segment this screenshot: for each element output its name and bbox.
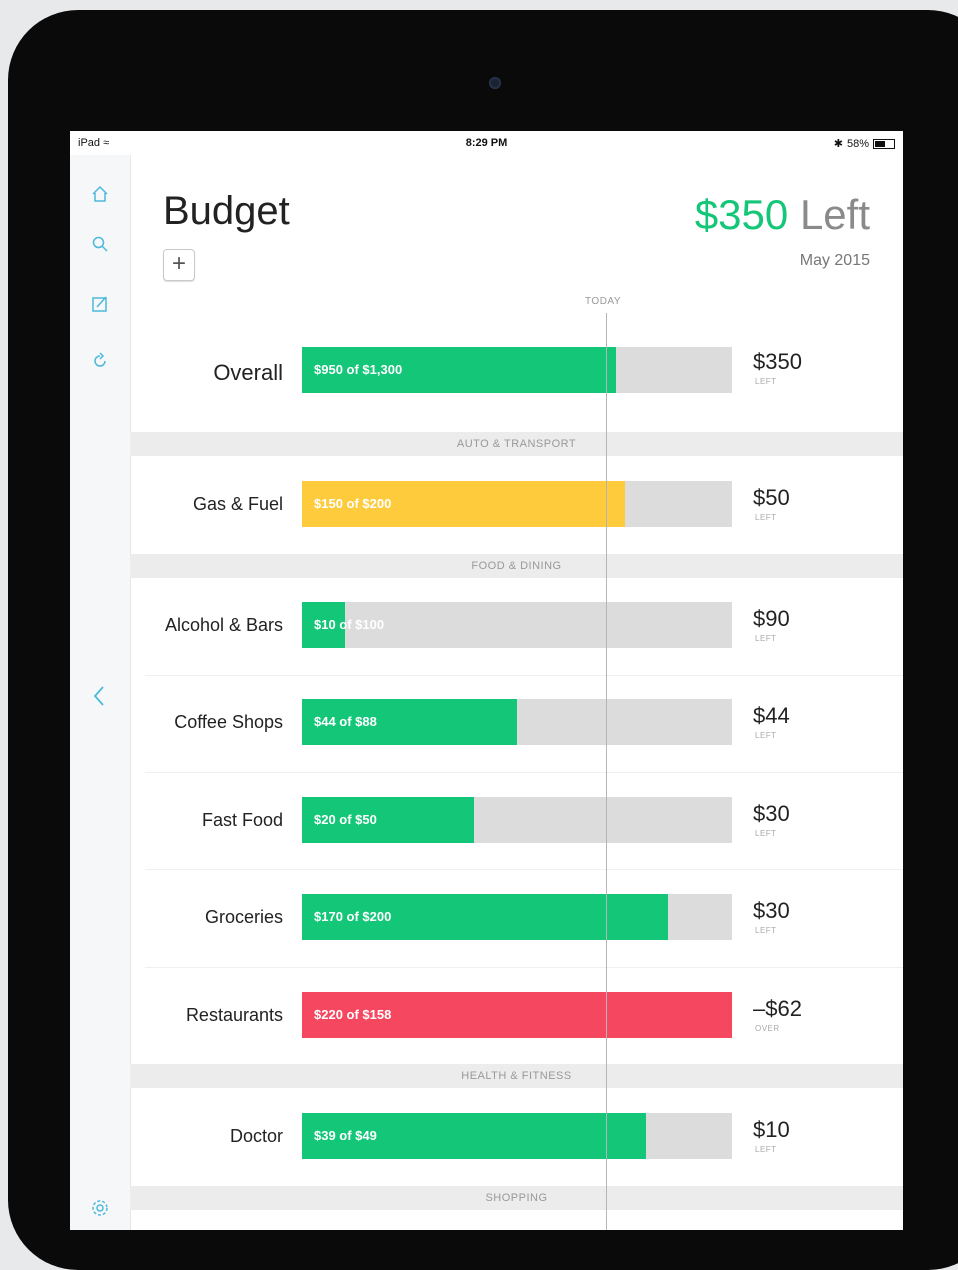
row-divider xyxy=(145,675,903,676)
budget-status: LEFT xyxy=(755,377,777,386)
budget-amount: $44 xyxy=(753,703,790,728)
budget-bar-text: $10 of $100 xyxy=(314,617,385,632)
add-budget-button[interactable]: + xyxy=(163,249,195,281)
budget-amount: –$62 xyxy=(753,996,802,1021)
section-header: FOOD & DINING xyxy=(130,554,903,578)
battery-percent: 58% xyxy=(846,137,869,150)
settings-icon[interactable] xyxy=(90,1199,110,1219)
status-bar: iPad ≈ 8:29 PM ✱ 58% xyxy=(70,131,903,155)
row-divider xyxy=(145,967,903,968)
today-marker-line xyxy=(606,313,607,1230)
budget-amount: $30 xyxy=(753,898,790,923)
budget-label: Restaurants xyxy=(185,1005,283,1025)
compose-icon[interactable] xyxy=(90,295,110,315)
budget-label: Alcohol & Bars xyxy=(164,615,283,635)
sidebar xyxy=(70,155,131,1230)
bluetooth-icon: ✱ xyxy=(833,138,843,150)
section-header: HEALTH & FITNESS xyxy=(130,1064,903,1088)
budget-status: LEFT xyxy=(755,513,777,522)
budget-amount: $50 xyxy=(753,485,790,510)
total-left-amount: $350 xyxy=(694,191,789,238)
budget-bar: $20 of $50 xyxy=(302,797,732,843)
month-selector[interactable]: May 2015 xyxy=(800,252,870,270)
budget-bar-text: $39 of $49 xyxy=(314,1128,377,1143)
total-left: $350 Left xyxy=(695,191,870,239)
budget-bar-text: $44 of $88 xyxy=(314,714,377,729)
budget-bar-text: $170 of $200 xyxy=(314,909,392,924)
budget-status: LEFT xyxy=(755,829,777,838)
budget-amount: $10 xyxy=(753,1117,790,1142)
budget-label: Gas & Fuel xyxy=(192,494,283,514)
budget-label: Coffee Shops xyxy=(174,712,283,732)
budget-bar: $950 of $1,300 xyxy=(302,347,732,393)
budget-bar-text: $220 of $158 xyxy=(314,1007,392,1022)
budget-amount: $350 xyxy=(753,349,802,374)
budget-status: LEFT xyxy=(755,926,777,935)
budget-label: Fast Food xyxy=(201,810,283,830)
budget-status: OVER xyxy=(755,1024,780,1033)
budget-bar: $170 of $200 xyxy=(302,894,732,940)
section-header: SHOPPING xyxy=(130,1186,903,1210)
budget-bar-text: $20 of $50 xyxy=(314,812,377,827)
budget-bar-text: $950 of $1,300 xyxy=(314,362,403,377)
budget-bar: $150 of $200 xyxy=(302,481,732,527)
budget-status: LEFT xyxy=(755,731,777,740)
today-label: TODAY xyxy=(585,296,622,307)
front-camera xyxy=(489,77,501,89)
budget-bar: $10 of $100 xyxy=(302,602,732,648)
budget-bar: $44 of $88 xyxy=(302,699,732,745)
battery-icon xyxy=(873,138,895,149)
budget-amount: $30 xyxy=(753,801,790,826)
search-icon[interactable] xyxy=(90,235,110,255)
app-screen: iPad ≈ 8:29 PM ✱ 58% Budget + $350 Left … xyxy=(70,131,903,1230)
back-icon[interactable] xyxy=(90,685,110,706)
budget-label: Doctor xyxy=(229,1126,283,1146)
status-time: 8:29 PM xyxy=(465,137,508,149)
budget-bar: $39 of $49 xyxy=(302,1113,732,1159)
budget-bar-text: $150 of $200 xyxy=(314,496,392,511)
budget-amount: $90 xyxy=(753,606,790,631)
status-battery: ✱ 58% xyxy=(834,137,895,150)
row-divider xyxy=(145,869,903,870)
home-icon[interactable] xyxy=(90,185,110,205)
page-title: Budget xyxy=(163,189,290,233)
budget-label: Overall xyxy=(213,360,283,385)
row-divider xyxy=(145,772,903,773)
budget-status: LEFT xyxy=(755,1145,777,1154)
budget-bar: $220 of $158 xyxy=(302,992,732,1038)
section-header: AUTO & TRANSPORT xyxy=(130,432,903,456)
total-left-label: Left xyxy=(799,191,870,238)
budget-status: LEFT xyxy=(755,634,777,643)
budget-label: Groceries xyxy=(204,907,283,927)
refresh-icon[interactable] xyxy=(90,352,110,372)
